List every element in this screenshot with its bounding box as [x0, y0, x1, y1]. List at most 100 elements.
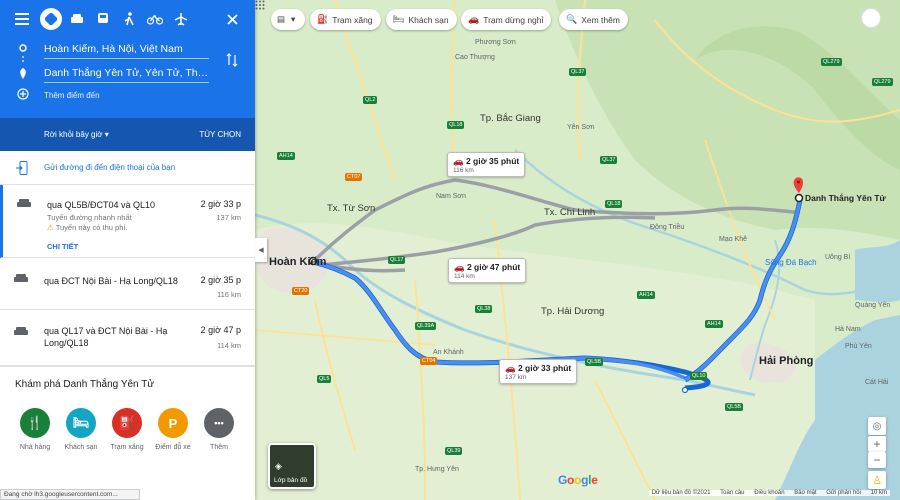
chip-label: Trạm xăng	[332, 14, 373, 25]
chevron-down-icon: ▾	[104, 130, 109, 139]
chip-rest-stop[interactable]: 🚗 Trạm dừng nghỉ	[461, 9, 552, 30]
route-via: qua QL17 và ĐCT Nội Bài - Hạ Long/QL18	[44, 326, 168, 348]
road-shield: AH14	[637, 291, 655, 299]
town-label: Yên Sơn	[567, 124, 595, 131]
global-link[interactable]: Toàn cầu	[720, 490, 744, 496]
route-callout-time: 2 giờ 47 phút	[466, 262, 521, 272]
plus-icon: +	[873, 437, 881, 451]
road-shield: CT04	[420, 357, 438, 365]
map-data-label: Dữ liệu bản đồ ©2021	[651, 490, 711, 496]
bike-mode-icon[interactable]	[144, 8, 166, 30]
pegman-button[interactable]: ♙	[868, 471, 886, 489]
fastest-route-label: Tuyến đường nhanh nhất	[47, 213, 132, 222]
category-more[interactable]: ••• Thêm	[197, 408, 241, 451]
avatar[interactable]	[861, 8, 881, 28]
river-label: Sông Đá Bạch	[765, 258, 817, 267]
category-hotel[interactable]: 🛏 Khách sạn	[59, 408, 103, 451]
route-via: qua QL5B/ĐCT04 và QL10	[47, 200, 156, 210]
road-shield: QL279	[872, 78, 893, 86]
transit-mode-icon[interactable]	[92, 8, 114, 30]
route-callout-distance: 116 km	[453, 167, 474, 174]
swap-icon[interactable]	[226, 53, 238, 67]
bed-icon: 🛏	[393, 14, 405, 24]
route-type-icon: ▤	[277, 14, 286, 24]
map-canvas[interactable]: ▤ ▾ ⛽ Trạm xăng 🛏 Khách sạn 🚗 Trạm dừng ngh…	[255, 0, 900, 500]
chip-more[interactable]: 🔍 Xem thêm	[559, 9, 628, 30]
layers-icon: ◈	[275, 461, 282, 471]
category-label: Nhà hàng	[19, 444, 51, 451]
options-button[interactable]: TÙY CHỌN	[199, 130, 241, 139]
route-option-2[interactable]: qua ĐCT Nội Bài - Hạ Long/QL18 2 giờ 35 …	[0, 258, 255, 310]
privacy-link[interactable]: Bảo mật	[794, 490, 816, 496]
details-button[interactable]: CHI TIẾT	[47, 242, 78, 251]
my-location-button[interactable]: ◎	[868, 417, 886, 435]
origin-label: Hoàn Kiếm	[269, 256, 327, 268]
toll-warning: ⚠ Tuyến này có thu phí.	[47, 223, 128, 232]
route-callout-time: 2 giờ 33 phút	[517, 363, 572, 373]
terms-link[interactable]: Điều khoản	[754, 490, 784, 496]
add-destination-icon[interactable]	[17, 88, 29, 100]
destination-input[interactable]: Danh Thắng Yên Tử, Yên Tử, Thượng Yên Cô…	[44, 67, 209, 83]
road-shield: QL2	[363, 96, 378, 104]
drive-mode-icon[interactable]	[40, 8, 62, 30]
chip-label: Trạm dừng nghỉ	[483, 14, 544, 25]
add-destination-label[interactable]: Thêm điểm đến	[44, 91, 100, 100]
parking-icon: P	[158, 408, 188, 438]
town-label: Uông Bí	[825, 254, 851, 261]
depart-bar: Rời khỏi bây giờ ▾ TÙY CHỌN	[0, 118, 255, 151]
route-dots-icon	[19, 44, 27, 79]
car-mode-icon[interactable]	[66, 8, 88, 30]
origin-input[interactable]: Hoàn Kiếm, Hà Nội, Việt Nam	[44, 43, 209, 59]
gas-station-icon: ⛽	[112, 408, 142, 438]
zoom-out-button[interactable]: −	[868, 452, 886, 468]
chevron-left-icon: ◀	[258, 247, 264, 254]
route-time: 2 giờ 47 p	[200, 325, 241, 335]
walk-mode-icon[interactable]	[118, 8, 140, 30]
town-label: Tp. Hưng Yên	[415, 466, 459, 473]
pegman-icon: ♙	[872, 474, 882, 487]
attribution: Dữ liệu bản đồ ©2021 Toàn cầu Điều khoản…	[648, 490, 890, 496]
route-distance: 114 km	[216, 341, 241, 350]
route-option-1[interactable]: qua QL5B/ĐCT04 và QL10 2 giờ 33 p 137 km…	[0, 185, 255, 258]
category-label: Điểm đỗ xe	[155, 444, 191, 451]
scale-label: 10 km	[870, 490, 887, 496]
zoom-in-button[interactable]: +	[868, 436, 886, 452]
flight-mode-icon[interactable]	[170, 8, 192, 30]
chip-label: Xem thêm	[581, 14, 620, 25]
car-icon: 🚗	[454, 262, 465, 272]
category-parking[interactable]: P Điểm đỗ xe	[151, 408, 195, 451]
chip-hotel[interactable]: 🛏 Khách sạn	[386, 9, 457, 30]
apps-grid-icon[interactable]	[255, 0, 265, 10]
road-shield: QL5B	[725, 403, 744, 411]
minus-icon: −	[873, 453, 881, 467]
category-restaurant[interactable]: 🍴 Nhà hàng	[13, 408, 57, 451]
route-type-dropdown[interactable]: ▤ ▾	[271, 9, 305, 30]
town-label: Cao Thượng	[455, 54, 495, 61]
send-to-phone-label: Gửi đường đi đến điện thoại của bạn	[44, 163, 176, 172]
chip-gas-station[interactable]: ⛽ Trạm xăng	[310, 9, 381, 30]
road-shield: QL39	[445, 447, 463, 455]
route-callout-1[interactable]: 🚗 2 giờ 33 phút 137 km	[499, 359, 578, 384]
chevron-down-icon: ▾	[291, 14, 296, 24]
town-label: Quảng Yên	[855, 302, 891, 309]
explore-title: Khám phá Danh Thắng Yên Tử	[15, 379, 155, 390]
town-label: Mạo Khê	[719, 236, 748, 243]
layers-button[interactable]: ◈ Lớp bản đồ	[268, 443, 316, 489]
city-label: Tp. Bắc Giang	[480, 113, 541, 124]
close-icon[interactable]	[221, 8, 243, 30]
feedback-link[interactable]: Gửi phản hồi	[826, 490, 861, 496]
chip-label: Khách sạn	[408, 14, 449, 25]
directions-panel: Hoàn Kiếm, Hà Nội, Việt Nam Danh Thắng Y…	[0, 0, 255, 500]
route-callout-time: 2 giờ 35 phút	[465, 156, 520, 166]
depart-dropdown[interactable]: Rời khỏi bây giờ ▾	[44, 130, 109, 139]
layers-label: Lớp bản đồ	[274, 477, 308, 484]
route-callout-3[interactable]: 🚗 2 giờ 47 phút 114 km	[448, 258, 527, 283]
route-option-3[interactable]: qua QL17 và ĐCT Nội Bài - Hạ Long/QL18 2…	[0, 310, 255, 366]
search-icon: 🔍	[566, 14, 578, 24]
send-to-phone-row[interactable]: Gửi đường đi đến điện thoại của bạn	[0, 151, 255, 185]
route-callout-2[interactable]: 🚗 2 giờ 35 phút 116 km	[447, 152, 526, 177]
car-icon: 🚗	[468, 14, 480, 24]
menu-icon[interactable]	[11, 8, 33, 30]
category-gas-station[interactable]: ⛽ Trạm xăng	[105, 408, 149, 451]
collapse-panel-button[interactable]: ◀	[255, 238, 267, 262]
